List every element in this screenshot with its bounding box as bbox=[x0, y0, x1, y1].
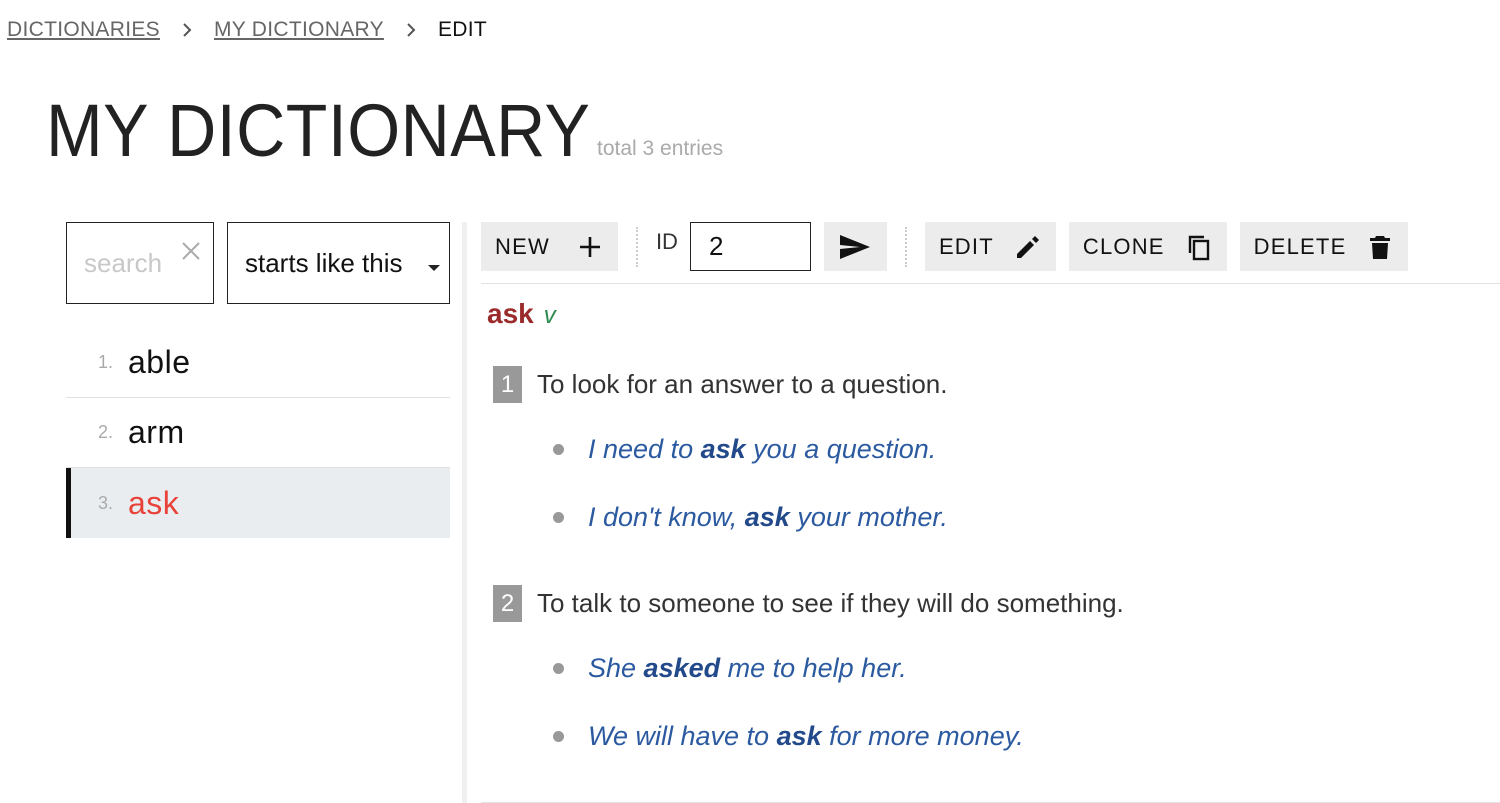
part-of-speech: v bbox=[543, 302, 556, 329]
sense-number: 2 bbox=[493, 585, 522, 622]
breadcrumb-current: EDIT bbox=[437, 18, 487, 41]
breadcrumb-my-dictionary-link[interactable]: MY DICTIONARY bbox=[214, 18, 384, 42]
example: She asked me to help her. bbox=[553, 653, 907, 684]
bullet-icon bbox=[553, 444, 564, 455]
word-label: able bbox=[128, 344, 191, 380]
example-text: I don't know, ask your mother. bbox=[588, 502, 948, 532]
new-button-label: NEW bbox=[495, 233, 550, 259]
chevron-right-icon bbox=[160, 23, 214, 37]
bullet-icon bbox=[553, 731, 564, 742]
search-mode-select[interactable]: starts like this bbox=[227, 222, 450, 304]
word-index: 3. bbox=[98, 492, 114, 513]
bullet-icon bbox=[553, 663, 564, 674]
delete-button-label: DELETE bbox=[1253, 233, 1347, 259]
example-text: I need to ask you a question. bbox=[588, 434, 937, 464]
plus-icon bbox=[579, 236, 600, 257]
word-label: arm bbox=[128, 414, 185, 450]
example-keyword: ask bbox=[700, 434, 746, 464]
close-icon[interactable] bbox=[179, 239, 203, 263]
breadcrumb-dictionaries-link[interactable]: DICTIONARIES bbox=[7, 18, 160, 42]
word-index: 2. bbox=[98, 422, 114, 442]
edit-button-label: EDIT bbox=[938, 233, 994, 259]
word-list-item[interactable]: 1. able bbox=[66, 328, 450, 398]
example: We will have to ask for more money. bbox=[553, 721, 1024, 752]
toolbar-rule bbox=[481, 283, 1500, 284]
word-label: ask bbox=[128, 484, 180, 521]
example-text: We will have to ask for more money. bbox=[588, 721, 1024, 751]
word-list: 1. able 2. arm 3. ask bbox=[66, 328, 450, 538]
sense-definition: To look for an answer to a question. bbox=[537, 369, 948, 399]
delete-button[interactable]: DELETE bbox=[1239, 222, 1409, 271]
copy-icon bbox=[1188, 235, 1209, 260]
go-button[interactable] bbox=[823, 222, 887, 271]
trash-icon bbox=[1370, 235, 1391, 259]
id-label: ID bbox=[655, 228, 678, 254]
caret-down-icon bbox=[428, 265, 440, 271]
bullet-icon bbox=[553, 512, 564, 523]
sense-number: 1 bbox=[493, 366, 522, 403]
pencil-icon bbox=[1016, 235, 1039, 258]
toolbar-separator bbox=[635, 226, 638, 267]
sense: 2 To talk to someone to see if they will… bbox=[493, 585, 1124, 622]
search-mode-value: starts like this bbox=[245, 247, 403, 278]
breadcrumb: DICTIONARIES MY DICTIONARY EDIT bbox=[7, 18, 487, 42]
sense-definition: To talk to someone to see if they will d… bbox=[537, 588, 1124, 618]
word-list-item-selected[interactable]: 3. ask bbox=[66, 468, 450, 538]
example: I don't know, ask your mother. bbox=[553, 502, 948, 533]
send-icon bbox=[840, 234, 871, 259]
entry-header: ask v bbox=[487, 298, 556, 330]
edit-button[interactable]: EDIT bbox=[924, 222, 1056, 271]
clone-button[interactable]: CLONE bbox=[1068, 222, 1227, 271]
toolbar: NEW ID EDIT CLONE DELETE bbox=[481, 222, 1409, 271]
entry-count: total 3 entries bbox=[597, 137, 724, 160]
example-text: She asked me to help her. bbox=[588, 653, 907, 683]
sense: 1 To look for an answer to a question. bbox=[493, 366, 947, 403]
chevron-right-icon bbox=[384, 23, 438, 37]
toolbar-separator bbox=[904, 226, 907, 267]
example-keyword: asked bbox=[643, 653, 721, 683]
example-keyword: ask bbox=[776, 721, 822, 751]
search-box bbox=[66, 222, 214, 304]
clone-button-label: CLONE bbox=[1082, 233, 1165, 259]
word-index: 1. bbox=[98, 352, 114, 372]
example: I need to ask you a question. bbox=[553, 434, 936, 465]
page-title: MY DICTIONARY bbox=[46, 89, 591, 172]
example-keyword: ask bbox=[744, 502, 790, 532]
word-list-item[interactable]: 2. arm bbox=[66, 398, 450, 468]
id-input[interactable] bbox=[689, 222, 811, 271]
headword: ask bbox=[487, 298, 534, 329]
new-button[interactable]: NEW bbox=[481, 222, 618, 271]
search-input[interactable] bbox=[67, 223, 177, 303]
panel-divider[interactable] bbox=[462, 222, 467, 803]
